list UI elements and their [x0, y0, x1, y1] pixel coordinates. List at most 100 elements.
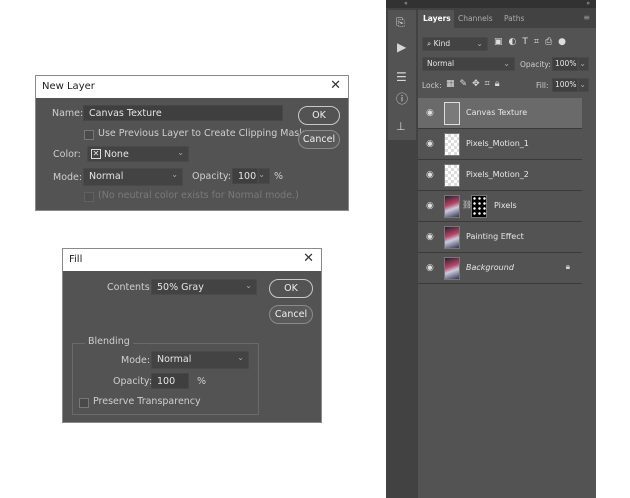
visibility-eye-icon[interactable]: ◉ [426, 201, 434, 211]
chevron-down-icon: ⌄ [177, 148, 184, 157]
clipping-mask-label: Use Previous Layer to Create Clipping Ma… [98, 128, 305, 139]
type-filter-icon[interactable]: T [522, 37, 534, 47]
tab-layers[interactable]: Layers [418, 10, 454, 28]
filter-toggle-icon[interactable]: ● [558, 37, 572, 47]
percent-label: % [197, 376, 207, 387]
preserve-transparency-label: Preserve Transparency [93, 396, 201, 407]
contents-label: Contents: [107, 282, 153, 293]
info-icon[interactable]: ⓘ [396, 90, 408, 107]
layer-row[interactable]: ◉ Pixels_Motion_1 [418, 129, 582, 160]
mode-select[interactable]: Normal ⌄ [83, 168, 183, 186]
layer-row[interactable]: ◉ ⛓ Pixels [418, 191, 582, 222]
color-label: Color: [53, 149, 81, 160]
filter-kind-value: Kind [433, 39, 451, 48]
close-icon[interactable]: ✕ [330, 78, 341, 93]
lock-artboard-icon[interactable]: ⌗ [485, 79, 495, 89]
tab-channels[interactable]: Channels [458, 14, 493, 23]
title-bar: Fill ✕ [63, 249, 321, 271]
cancel-button[interactable]: Cancel [269, 305, 313, 324]
visibility-eye-icon[interactable]: ◉ [426, 232, 434, 242]
chevron-down-icon: ⌄ [476, 39, 483, 48]
tab-paths[interactable]: Paths [504, 14, 524, 23]
layer-mask-thumbnail[interactable] [471, 195, 487, 218]
chevron-down-icon: ⌄ [503, 59, 510, 68]
clipping-mask-checkbox[interactable] [84, 130, 94, 140]
lock-transparent-icon[interactable]: ▦ [446, 79, 460, 89]
lock-image-icon[interactable]: ✎ [460, 79, 473, 89]
mode-select[interactable]: Normal ⌄ [151, 351, 249, 369]
pixel-filter-icon[interactable]: ▣ [494, 37, 509, 47]
opacity-input[interactable]: 100 [232, 168, 258, 184]
lock-position-icon[interactable]: ✥ [472, 79, 485, 89]
layer-thumbnail [444, 164, 460, 187]
mode-label: Mode: [53, 172, 83, 183]
adjustments-icon[interactable]: ☰ [396, 70, 407, 84]
name-input[interactable]: Canvas Texture [83, 105, 283, 121]
chevron-down-icon: ⌄ [258, 170, 265, 179]
panel-header-bar: «» [386, 0, 596, 8]
color-select[interactable]: ✕ None ⌄ [87, 146, 189, 162]
blend-mode-value: Normal [427, 59, 455, 68]
new-layer-dialog: New Layer ✕ Name: Canvas Texture Use Prev… [35, 75, 349, 211]
tool-strip: ⎘ ▶ ☰ ⓘ ⊥ [388, 10, 416, 140]
search-icon: ⌕ [427, 39, 434, 48]
chevron-down-icon: ⌄ [579, 80, 586, 89]
dialog-title: New Layer [42, 81, 95, 92]
fill-dialog: Fill ✕ Contents: 50% Gray ⌄ OK Cancel Blen… [62, 248, 322, 423]
opacity-dropdown[interactable]: ⌄ [578, 57, 589, 71]
ok-button[interactable]: OK [269, 279, 313, 298]
visibility-eye-icon[interactable]: ◉ [426, 139, 434, 149]
tab-bar: Layers Channels Paths ≡ [418, 10, 596, 28]
lock-icons: ▦✎✥⌗🔒︎ [446, 79, 504, 89]
layer-name: Painting Effect [466, 232, 524, 241]
mode-value: Normal [157, 354, 192, 365]
layer-thumbnail [444, 257, 460, 280]
mode-value: Normal [89, 171, 124, 182]
close-icon[interactable]: ✕ [303, 251, 314, 266]
visibility-eye-icon[interactable]: ◉ [426, 263, 434, 273]
layer-name: Canvas Texture [466, 108, 528, 117]
layer-name: Pixels_Motion_1 [466, 139, 529, 148]
chevron-down-icon: ⌄ [245, 281, 252, 290]
panel-menu-icon[interactable]: ≡ [583, 13, 590, 22]
contents-select[interactable]: 50% Gray ⌄ [151, 279, 257, 295]
contents-value: 50% Gray [157, 282, 204, 293]
lock-all-icon[interactable]: 🔒︎ [495, 79, 505, 89]
filter-kind-select[interactable]: ⌕ Kind ⌄ [422, 37, 488, 51]
history-icon[interactable]: ⎘ [396, 16, 405, 30]
layer-thumbnail [444, 226, 460, 249]
collapse-icon[interactable]: « [404, 0, 408, 7]
visibility-eye-icon[interactable]: ◉ [426, 170, 434, 180]
neutral-color-label: (No neutral color exists for Normal mode… [98, 190, 299, 201]
opacity-input[interactable]: 100 [151, 373, 189, 389]
blend-mode-select[interactable]: Normal ⌄ [422, 57, 515, 71]
layer-name: Background [466, 263, 514, 272]
opacity-label: Opacity: [113, 376, 153, 387]
layer-row[interactable]: ◉ Painting Effect [418, 222, 582, 253]
layer-row[interactable]: ◉ Canvas Texture [418, 98, 582, 129]
smart-object-filter-icon[interactable]: ⎙ [545, 37, 558, 47]
chevron-down-icon: ⌄ [579, 59, 586, 68]
expand-icon[interactable]: » [586, 0, 590, 7]
clone-source-icon[interactable]: ⊥ [396, 120, 406, 133]
fill-input[interactable]: 100% [552, 78, 578, 92]
lock-icon: 🔒︎ [565, 262, 570, 271]
opacity-label: Opacity: [192, 171, 232, 182]
shape-filter-icon[interactable]: ⌗ [534, 37, 545, 47]
visibility-eye-icon[interactable]: ◉ [426, 108, 434, 118]
cancel-button[interactable]: Cancel [298, 130, 340, 149]
layer-row[interactable]: ◉ Pixels_Motion_2 [418, 160, 582, 191]
layer-row[interactable]: ◉ Background 🔒︎ [418, 253, 582, 284]
actions-play-icon[interactable]: ▶ [397, 40, 406, 54]
layer-name: Pixels [494, 201, 517, 210]
opacity-input[interactable]: 100% [552, 57, 578, 71]
preserve-transparency-checkbox[interactable] [79, 398, 89, 408]
chevron-down-icon: ⌄ [171, 170, 178, 179]
ok-button[interactable]: OK [298, 106, 340, 125]
layers-panel: «» ⎘ ▶ ☰ ⓘ ⊥ Layers Channels Paths ≡ ⌕ K… [386, 0, 596, 498]
fill-dropdown[interactable]: ⌄ [578, 78, 589, 92]
filter-icons[interactable]: ▣◐T⌗⎙● [494, 37, 572, 47]
adjustment-filter-icon[interactable]: ◐ [509, 37, 523, 47]
opacity-dropdown[interactable]: ⌄ [258, 168, 270, 184]
name-label: Name: [52, 108, 84, 119]
